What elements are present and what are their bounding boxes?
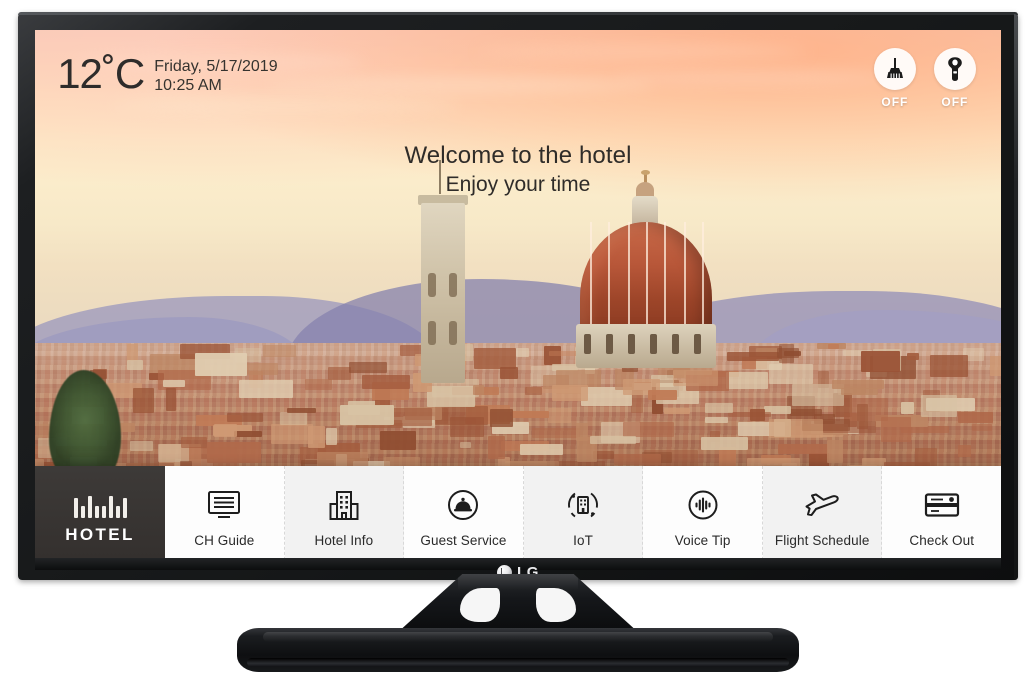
menu-item-label: Hotel Info bbox=[314, 533, 374, 548]
make-up-room-state: OFF bbox=[881, 95, 909, 110]
voice-waveform-icon bbox=[687, 488, 719, 522]
iot-icon bbox=[566, 488, 600, 522]
hotel-brand-label: HOTEL bbox=[65, 524, 135, 544]
welcome-line-1: Welcome to the hotel bbox=[404, 141, 632, 169]
service-bell-icon bbox=[447, 488, 479, 522]
building-icon bbox=[328, 488, 360, 522]
menu-item-label: Guest Service bbox=[420, 533, 507, 548]
broom-icon bbox=[873, 48, 916, 91]
menu-item-check-out[interactable]: Check Out bbox=[882, 466, 1001, 570]
make-up-room-toggle[interactable]: OFF bbox=[873, 48, 916, 110]
time-text: 10:25 AM bbox=[154, 77, 222, 95]
temperature-value: 12˚C bbox=[57, 50, 145, 98]
datetime-block: Friday, 5/17/2019 10:25 AM bbox=[154, 54, 277, 95]
menu-item-label: IoT bbox=[573, 533, 593, 548]
hotel-brand-panel: HOTEL bbox=[35, 466, 165, 570]
menu-item-voice-tip[interactable]: Voice Tip bbox=[643, 466, 763, 570]
menu-item-list: CH Guide Hotel Info Guest Service IoT Voice … bbox=[165, 466, 1001, 570]
menu-item-label: CH Guide bbox=[194, 533, 255, 548]
date-text: Friday, 5/17/2019 bbox=[154, 58, 278, 76]
welcome-line-2: Enjoy your time bbox=[445, 172, 591, 196]
tv-stand-neck bbox=[402, 574, 634, 636]
menu-item-guest-service[interactable]: Guest Service bbox=[404, 466, 524, 570]
menu-item-label: Voice Tip bbox=[674, 533, 731, 548]
tv-stand-base bbox=[237, 628, 799, 672]
hotel-menu-bar: HOTEL CH Guide Hotel Info Guest Service IoT… bbox=[35, 466, 1001, 570]
airplane-icon bbox=[803, 488, 841, 522]
door-hanger-icon bbox=[933, 48, 976, 91]
menu-item-ch-guide[interactable]: CH Guide bbox=[165, 466, 285, 570]
menu-item-iot[interactable]: IoT bbox=[523, 466, 644, 570]
tv-frame: 12˚C Friday, 5/17/2019 10:25 AM OFF OFF … bbox=[18, 12, 1018, 580]
credit-card-icon bbox=[924, 488, 960, 522]
room-status-toggles: OFF OFF bbox=[873, 48, 976, 110]
menu-item-label: Check Out bbox=[909, 533, 975, 548]
menu-item-label: Flight Schedule bbox=[774, 533, 870, 548]
do-not-disturb-state: OFF bbox=[941, 95, 969, 110]
menu-item-flight-schedule[interactable]: Flight Schedule bbox=[762, 466, 883, 570]
do-not-disturb-toggle[interactable]: OFF bbox=[933, 48, 976, 110]
menu-item-hotel-info[interactable]: Hotel Info bbox=[284, 466, 405, 570]
welcome-message: Welcome to the hotel Enjoy your time bbox=[35, 141, 1001, 198]
tv-guide-icon bbox=[207, 488, 241, 522]
screenshot-root: 12˚C Friday, 5/17/2019 10:25 AM OFF OFF … bbox=[0, 0, 1036, 700]
hotel-osd: 12˚C Friday, 5/17/2019 10:25 AM OFF OFF … bbox=[35, 30, 1001, 570]
hotel-skyline-icon bbox=[73, 492, 127, 518]
tv-screen: 12˚C Friday, 5/17/2019 10:25 AM OFF OFF … bbox=[35, 30, 1001, 570]
weather-widget: 12˚C Friday, 5/17/2019 10:25 AM bbox=[57, 50, 277, 98]
